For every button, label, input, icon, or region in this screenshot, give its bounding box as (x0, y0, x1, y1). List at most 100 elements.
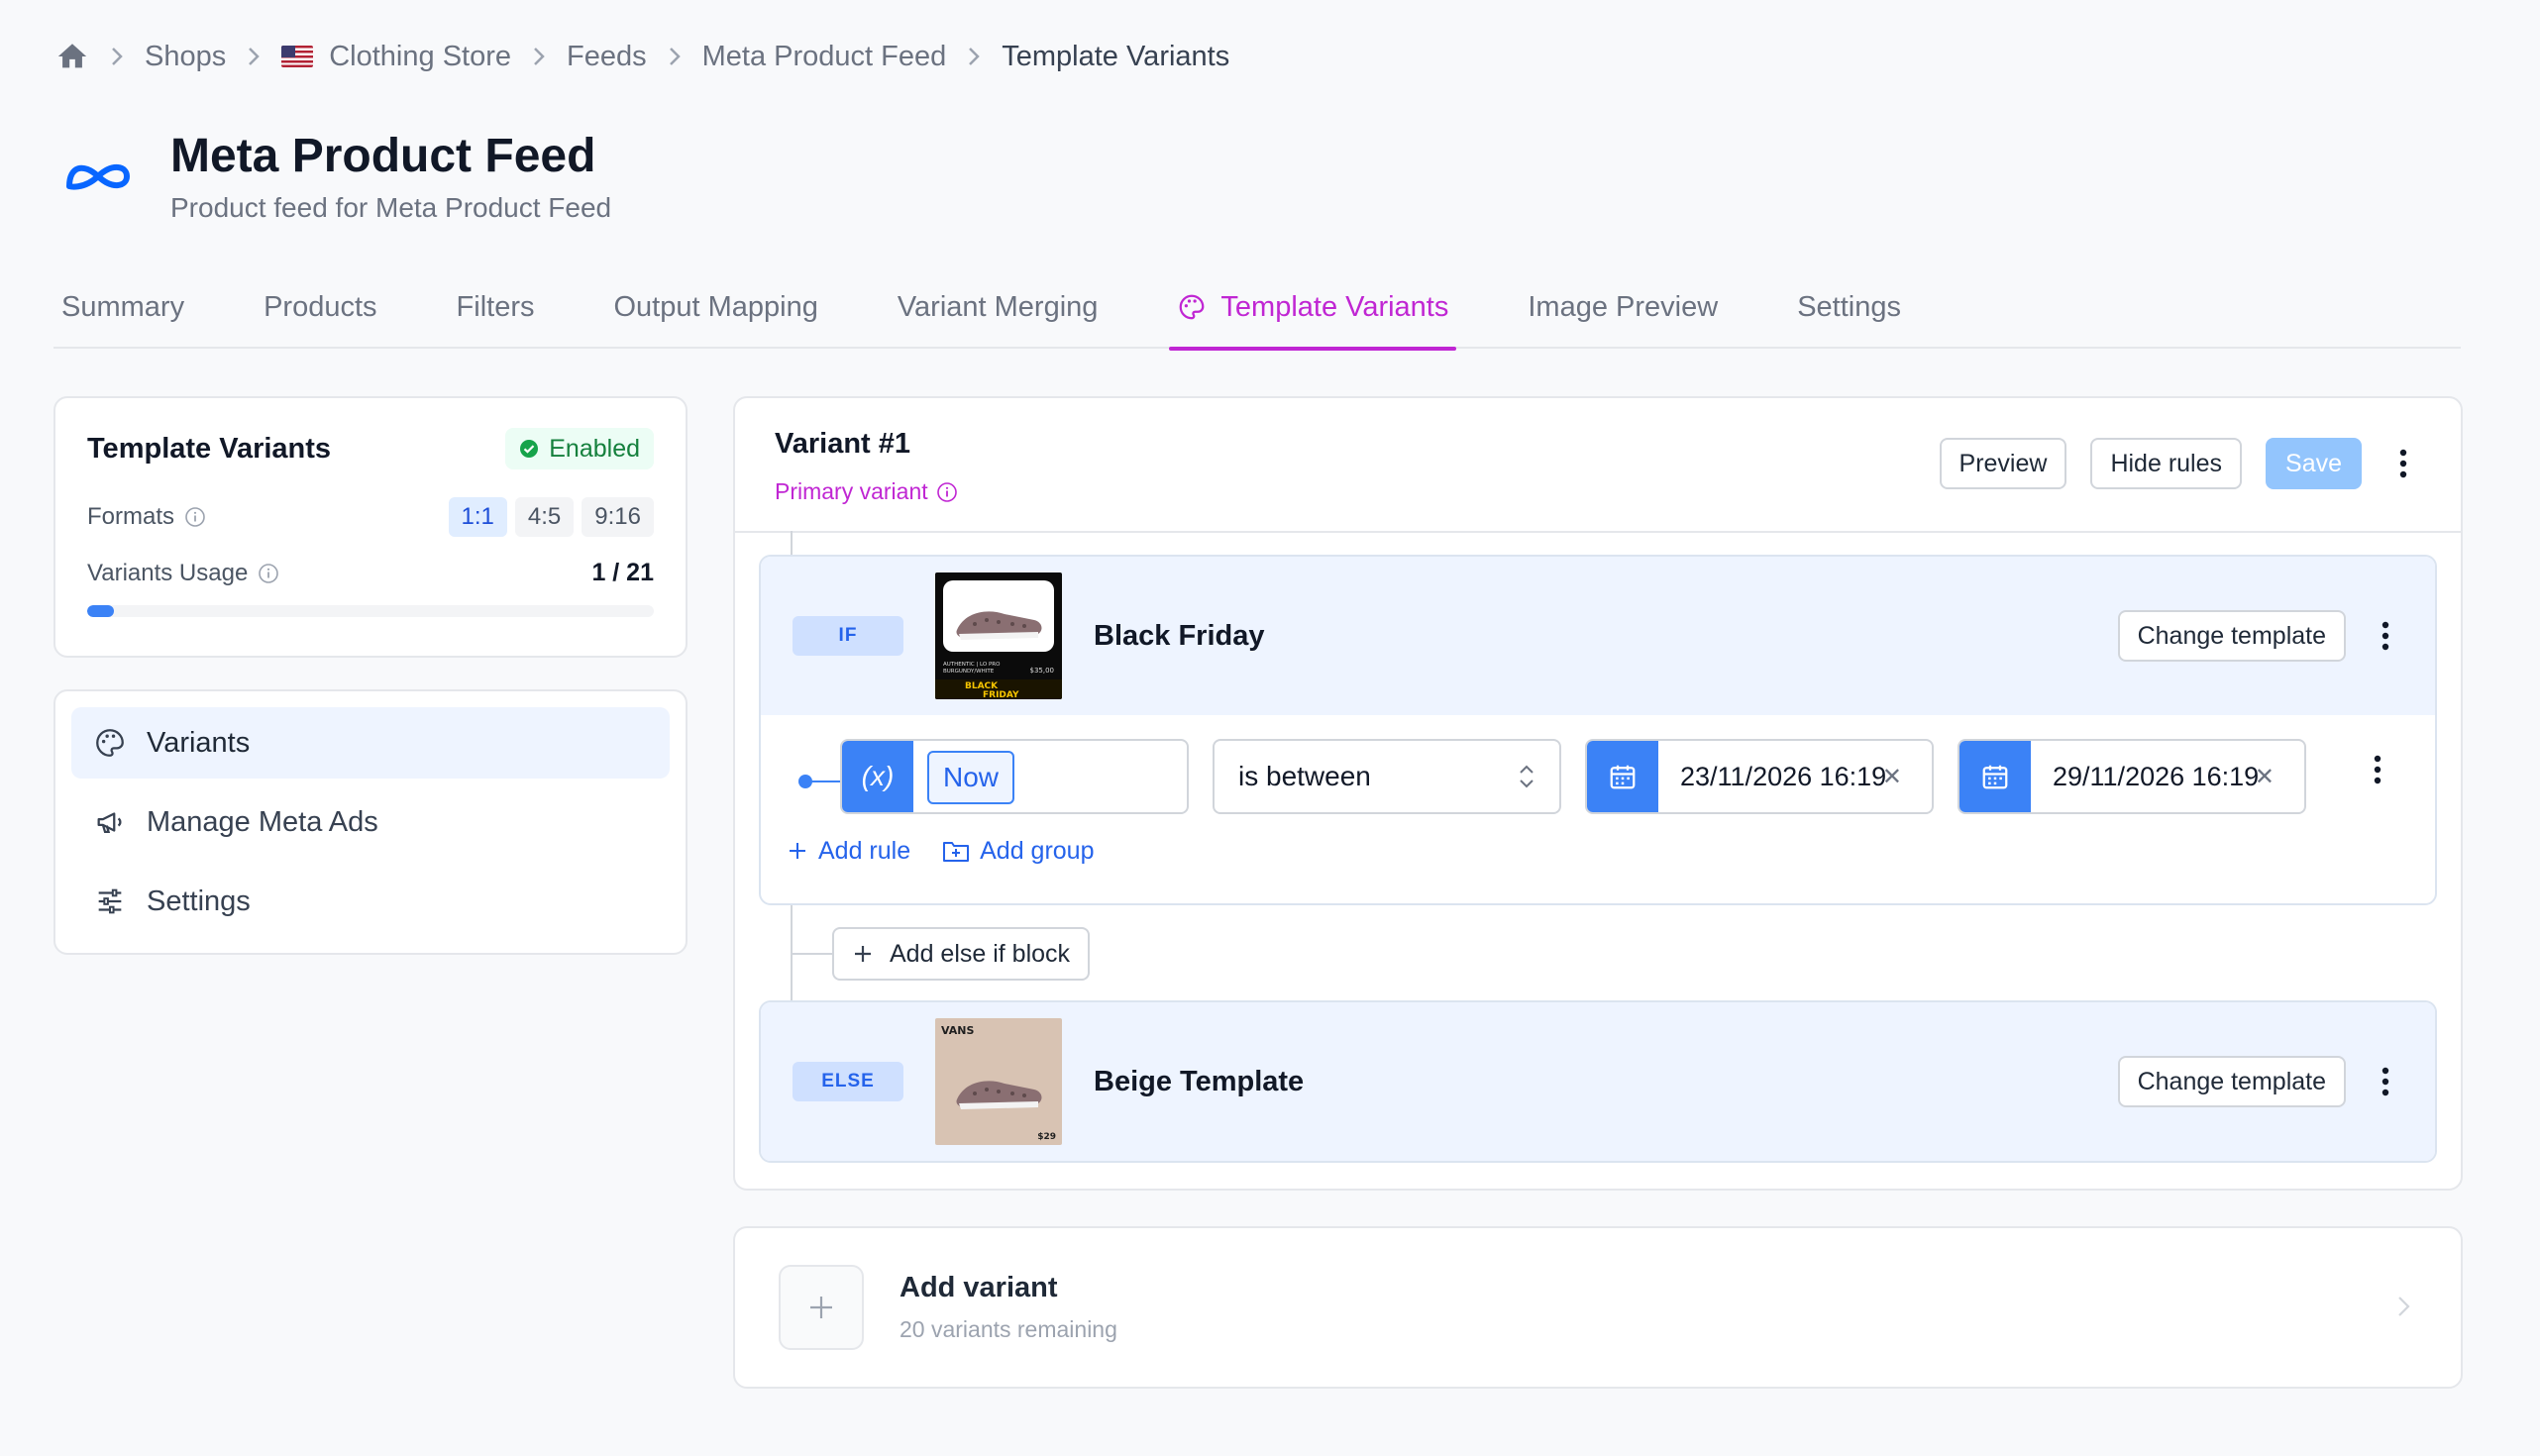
date-from-field[interactable]: 23/11/2026 16:19 ✕ (1585, 739, 1934, 814)
tab-label: Template Variants (1220, 290, 1449, 323)
thumb-text: BURGUNDY/WHITE (943, 669, 995, 675)
breadcrumb-clothing-store[interactable]: Clothing Store (281, 41, 511, 73)
status-label: Enabled (549, 434, 640, 463)
date-to-field[interactable]: 29/11/2026 16:19 ✕ (1958, 739, 2306, 814)
chevron-right-icon (226, 46, 281, 67)
tab-products[interactable]: Products (256, 265, 384, 349)
tab-variant-merging[interactable]: Variant Merging (890, 265, 1107, 349)
save-button[interactable]: Save (2266, 438, 2362, 489)
tab-filters[interactable]: Filters (449, 265, 543, 349)
breadcrumb-feeds[interactable]: Feeds (567, 41, 647, 73)
variable-chip[interactable]: Now (927, 751, 1015, 804)
else-block: ELSE VANS $29 Beige Template Change temp… (759, 1000, 2437, 1163)
sidebar-nav: Variants Manage Meta Ads Settings (53, 689, 688, 955)
chevron-right-icon (647, 46, 702, 67)
template-name: Black Friday (1094, 619, 1265, 652)
breadcrumb-meta-product-feed[interactable]: Meta Product Feed (702, 41, 947, 73)
palette-icon (96, 729, 124, 757)
change-template-button[interactable]: Change template (2117, 610, 2346, 662)
format-9-16[interactable]: 9:16 (582, 497, 654, 537)
add-rule-link[interactable]: Add rule (787, 837, 910, 866)
sliders-icon (98, 888, 122, 914)
operator-value: is between (1238, 761, 1371, 791)
black-friday-thumbnail[interactable]: AUTHENTIC | LO PRO BURGUNDY/WHITE $35,00… (935, 572, 1062, 699)
thumb-price: $29 (1037, 1132, 1056, 1142)
sidebar-item-manage-meta-ads[interactable]: Manage Meta Ads (71, 786, 670, 858)
thumb-banner: FRIDAY (983, 690, 1019, 699)
plus-icon (790, 843, 805, 859)
tab-template-variants[interactable]: Template Variants (1169, 265, 1457, 351)
if-block: IF AUTHENTIC | LO PRO BURGUNDY/WHITE $35… (759, 555, 2437, 905)
chevron-updown-icon (1520, 765, 1534, 788)
variable-field[interactable]: (x) Now (840, 739, 1189, 814)
palette-icon (1180, 294, 1205, 320)
meta-logo-icon (66, 164, 130, 190)
clear-icon[interactable]: ✕ (1882, 763, 1902, 791)
more-vertical-icon[interactable] (2385, 438, 2421, 489)
thumb-price: $35,00 (1030, 667, 1055, 675)
add-else-if-button[interactable]: Add else if block (832, 927, 1091, 981)
add-else-if-label: Add else if block (890, 939, 1071, 968)
page-title: Meta Product Feed (170, 130, 596, 182)
primary-variant-text: Primary variant (775, 478, 928, 504)
thumb-text: AUTHENTIC | LO PRO (943, 662, 1001, 668)
add-rule-label: Add rule (818, 836, 911, 865)
if-block-header: IF AUTHENTIC | LO PRO BURGUNDY/WHITE $35… (761, 557, 2435, 715)
page-header: Meta Product Feed Product feed for Meta … (63, 129, 611, 224)
rule-row: (x) Now is between 23/11/2026 16:19 ✕ 29… (761, 715, 2435, 830)
usage-progress-fill (87, 605, 115, 617)
breadcrumb-home[interactable] (55, 40, 89, 73)
flow-connector (791, 531, 793, 557)
info-icon[interactable] (936, 481, 958, 503)
add-variant-card[interactable]: Add variant 20 variants remaining (733, 1226, 2463, 1389)
change-template-button[interactable]: Change template (2117, 1056, 2346, 1107)
add-variant-title: Add variant (900, 1272, 1058, 1303)
format-1-1[interactable]: 1:1 (448, 497, 507, 537)
usage-label-text: Variants Usage (87, 559, 249, 586)
date-from-value: 23/11/2026 16:19 (1680, 761, 1887, 791)
status-badge: Enabled (505, 428, 654, 469)
usage-label: Variants Usage (87, 560, 279, 587)
if-pill: IF (793, 616, 903, 656)
plus-icon (779, 1265, 864, 1350)
preview-button[interactable]: Preview (1939, 438, 2067, 489)
chevron-right-icon (89, 46, 145, 67)
tab-summary[interactable]: Summary (53, 265, 192, 349)
variant-header: Variant #1 Primary variant Preview Hide … (735, 398, 2461, 533)
sidebar-item-variants[interactable]: Variants (71, 707, 670, 779)
breadcrumb-shops[interactable]: Shops (145, 41, 226, 73)
hide-rules-button[interactable]: Hide rules (2090, 438, 2243, 489)
format-4-5[interactable]: 4:5 (514, 497, 575, 537)
breadcrumb-current: Template Variants (1002, 40, 1230, 72)
chevron-right-icon (2398, 1297, 2410, 1316)
template-name: Beige Template (1094, 1065, 1305, 1097)
calendar-icon[interactable] (1587, 741, 1658, 812)
formats-label-text: Formats (87, 503, 175, 530)
more-vertical-icon[interactable] (2374, 755, 2381, 784)
clear-icon[interactable]: ✕ (2255, 763, 2275, 791)
more-vertical-icon[interactable] (2368, 610, 2403, 662)
folder-plus-icon (943, 842, 970, 862)
add-group-link[interactable]: Add group (942, 837, 1095, 866)
else-pill: ELSE (793, 1062, 903, 1101)
page-subtitle: Product feed for Meta Product Feed (170, 192, 612, 223)
sidebar-item-settings[interactable]: Settings (71, 866, 670, 937)
tab-bar: Summary Products Filters Output Mapping … (53, 265, 2461, 351)
beige-template-thumbnail[interactable]: VANS $29 (935, 1018, 1062, 1145)
sidebar-item-label: Settings (147, 884, 251, 917)
info-icon[interactable] (184, 506, 206, 528)
chevron-right-icon (946, 46, 1002, 67)
us-flag-icon (281, 46, 314, 67)
tab-output-mapping[interactable]: Output Mapping (605, 265, 825, 349)
usage-progress-bar (87, 605, 654, 617)
info-icon[interactable] (258, 563, 279, 584)
megaphone-icon (97, 812, 122, 834)
tab-settings[interactable]: Settings (1789, 265, 1909, 349)
sidebar-item-label: Manage Meta Ads (147, 805, 378, 838)
calendar-icon[interactable] (1959, 741, 2031, 812)
else-block-header: ELSE VANS $29 Beige Template Change temp… (761, 1002, 2435, 1161)
more-vertical-icon[interactable] (2368, 1056, 2403, 1107)
operator-select[interactable]: is between (1213, 739, 1561, 814)
tab-image-preview[interactable]: Image Preview (1520, 265, 1726, 349)
flow-connector (791, 953, 832, 955)
